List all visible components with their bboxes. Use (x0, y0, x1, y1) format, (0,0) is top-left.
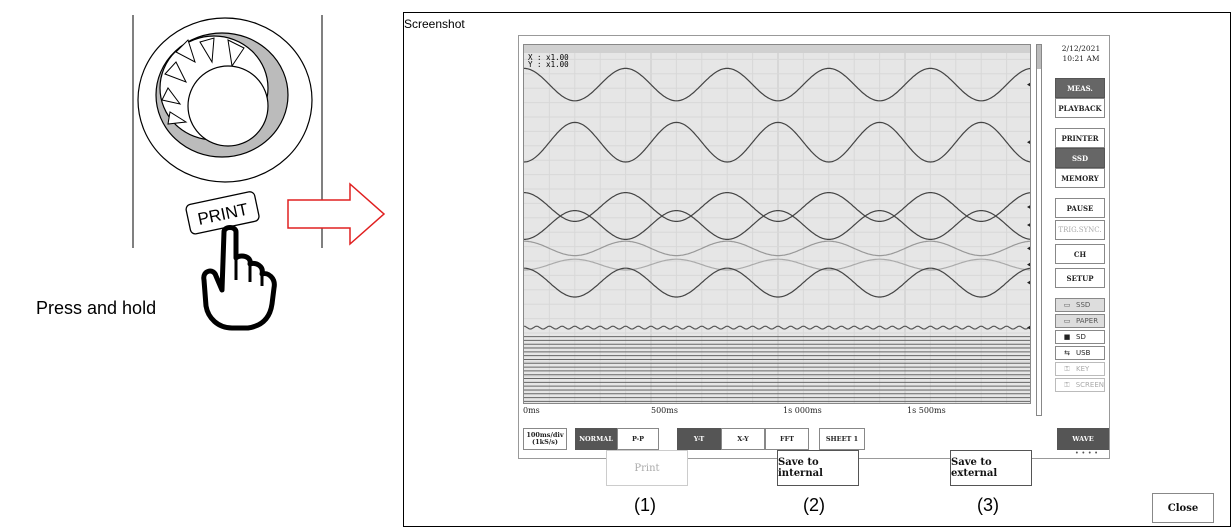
save-target-sd[interactable]: ■ SD (1055, 330, 1105, 344)
time-axis: 0ms 500ms 1s 000ms 1s 500ms (523, 406, 1031, 418)
side-button-ssd[interactable]: SSD (1055, 148, 1105, 168)
save-target-label: PAPER (1076, 317, 1099, 325)
scrollbar-thumb[interactable] (1037, 45, 1041, 69)
save-target-label: KEY (1076, 365, 1090, 373)
save-to-external-button[interactable]: Save to external (950, 450, 1032, 486)
vertical-scrollbar[interactable] (1036, 44, 1042, 416)
save-target-paper[interactable]: ▭ PAPER (1055, 314, 1105, 328)
save-target-ssd[interactable]: ▭ SSD (1055, 298, 1105, 312)
save-target-key[interactable]: ⚿ KEY (1055, 362, 1105, 376)
side-button-memory[interactable]: MEMORY (1055, 168, 1105, 188)
close-button[interactable]: Close (1152, 493, 1214, 523)
instruction-text: Press and hold (36, 298, 157, 318)
date-text: 2/12/2021 (1061, 44, 1101, 53)
print-key-icon: PRINT (185, 191, 260, 235)
print-button[interactable]: Print (606, 450, 688, 486)
side-button-printer[interactable]: PRINTER (1055, 128, 1105, 148)
zoom-y-readout: Y : x1.00 (528, 60, 569, 69)
save-target-label: USB (1076, 349, 1091, 357)
waveform-display: X : x1.00 Y : x1.00 (523, 44, 1031, 404)
waveform-plot (524, 45, 1030, 403)
time-tick: 500ms (651, 406, 678, 415)
normal-mode-button[interactable]: NORMAL (575, 428, 617, 450)
save-to-internal-button[interactable]: Save to internal (777, 450, 859, 486)
wave-button[interactable]: WAVE (1057, 428, 1109, 450)
side-button-setup[interactable]: SETUP (1055, 268, 1105, 288)
side-button-playback[interactable]: PLAYBACK (1055, 98, 1105, 118)
top-band (524, 45, 1030, 53)
save-target-label: SSD (1076, 301, 1091, 309)
side-button-ch[interactable]: CH (1055, 244, 1105, 264)
instrument-screen-preview: X : x1.00 Y : x1.00 0ms 500ms 1s 000ms 1… (518, 35, 1110, 459)
marker-2: (2) (803, 495, 825, 515)
xy-view-button[interactable]: X-Y (721, 428, 765, 450)
instrument-panel-illustration: PRINT (132, 15, 386, 331)
channel-marker-3 (1027, 205, 1030, 209)
timebase-button[interactable]: 100ms/div (1kS/s) (523, 428, 567, 450)
channel-marker-1 (1027, 82, 1030, 87)
side-menu: 2/12/2021 10:21 AM MEAS. PLAYBACK PRINTER S… (1053, 36, 1109, 460)
datetime-display: 2/12/2021 10:21 AM (1053, 36, 1109, 64)
pressing-hand-icon (201, 225, 277, 331)
save-target-screen[interactable]: ⚿ SCREEN (1055, 378, 1105, 392)
channel-marker-6 (1027, 262, 1030, 267)
yt-view-button[interactable]: Y-T (677, 428, 721, 450)
sheet-button[interactable]: SHEET 1 (819, 428, 865, 450)
usb-icon: ⇆ (1064, 349, 1070, 357)
wave-page-dots: • • • • (1075, 450, 1099, 457)
rotary-knob-icon (137, 17, 313, 183)
side-button-meas[interactable]: MEAS. (1055, 78, 1105, 98)
paper-icon: ▭ (1063, 317, 1071, 325)
screenshot-dialog: Screenshot X : x1.00 Y : x1.00 0ms 500ms… (403, 12, 1231, 527)
time-tick: 0ms (523, 406, 540, 415)
key-icon: ⚿ (1064, 364, 1070, 373)
pp-mode-button[interactable]: P-P (617, 428, 659, 450)
channel-marker-7 (1027, 280, 1030, 285)
ssd-icon: ▭ (1063, 301, 1071, 309)
side-button-trig-sync[interactable]: TRIG.SYNC. (1055, 220, 1105, 240)
sd-card-icon: ■ (1063, 333, 1071, 341)
arrow-right-icon (287, 182, 386, 246)
time-text: 10:21 AM (1062, 54, 1100, 63)
screen-icon: ⚿ (1064, 380, 1070, 389)
print-key-illustration: PRINT Press and hold (0, 0, 390, 528)
time-tick: 1s 500ms (907, 406, 946, 415)
channel-marker-8 (1027, 325, 1030, 330)
marker-1: (1) (634, 495, 656, 515)
bottom-toolbar: 100ms/div (1kS/s) NORMAL P-P Y-T X-Y FFT… (523, 428, 1113, 450)
channel-marker-2 (1027, 140, 1030, 144)
save-target-usb[interactable]: ⇆ USB (1055, 346, 1105, 360)
save-target-label: SD (1076, 333, 1086, 341)
channel-marker-4 (1027, 223, 1030, 227)
save-target-label: SCREEN (1075, 381, 1104, 389)
time-tick: 1s 000ms (783, 406, 822, 415)
dialog-title: Screenshot (404, 17, 465, 31)
marker-3: (3) (977, 495, 999, 515)
side-button-pause[interactable]: PAUSE (1055, 198, 1105, 218)
fft-view-button[interactable]: FFT (765, 428, 809, 450)
